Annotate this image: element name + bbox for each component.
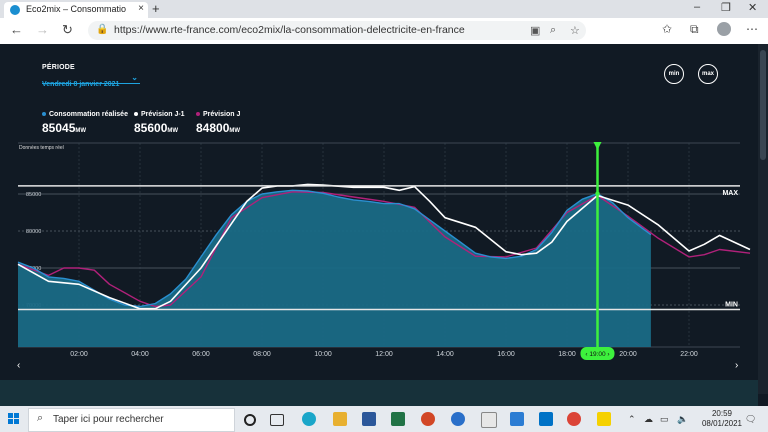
page-scrollbar[interactable] xyxy=(758,44,768,394)
max-button[interactable]: max xyxy=(698,64,718,84)
periode-label: PÉRIODE xyxy=(42,64,75,71)
x-tick-label: 22:00 xyxy=(680,351,698,358)
legend-label-text: Prévision J-1 xyxy=(141,111,185,118)
chevron-down-icon: ⌄ xyxy=(131,73,138,82)
min-label: MIN xyxy=(725,301,738,308)
x-tick-label: 04:00 xyxy=(131,351,149,358)
x-tick-label: 16:00 xyxy=(497,351,515,358)
bottom-band xyxy=(0,380,758,406)
notifications-icon[interactable]: 🗨 xyxy=(745,414,756,425)
scrollbar-thumb[interactable] xyxy=(760,50,766,160)
collections-icon[interactable]: ⧉ xyxy=(690,22,699,37)
prevision-j1-dot-icon xyxy=(134,112,138,117)
minimize-button[interactable]: – xyxy=(694,1,700,13)
legend-label-prevision-j1: Prévision J-1 xyxy=(134,111,185,118)
search-placeholder: Taper ici pour rechercher xyxy=(53,414,164,425)
consommation-area xyxy=(18,190,651,347)
cortana-icon[interactable] xyxy=(244,414,256,426)
value-number: 85600 xyxy=(134,121,168,135)
value-number: 85045 xyxy=(42,121,76,135)
x-tick-label: 18:00 xyxy=(558,351,576,358)
date-value: Vendredi 8 janvier 2021 xyxy=(42,81,120,88)
x-tick-label: 08:00 xyxy=(253,351,271,358)
x-tick-label: 14:00 xyxy=(436,351,454,358)
powerpoint-icon[interactable] xyxy=(421,412,435,426)
min-button[interactable]: min xyxy=(664,64,684,84)
address-bar[interactable]: 🔒 https://www.rte-france.com/eco2mix/la-… xyxy=(88,21,586,40)
refresh-button[interactable]: ↻ xyxy=(62,22,73,38)
legend-value-consommation: 85045MW xyxy=(42,121,86,135)
forward-button[interactable]: → xyxy=(36,22,49,37)
profile-avatar[interactable] xyxy=(717,22,731,36)
zoom-icon[interactable]: ⌕ xyxy=(550,24,556,37)
tab-bar: Eco2mix – Consommation d'élec × + – ❐ ✕ xyxy=(0,0,768,18)
value-number: 84800 xyxy=(196,121,230,135)
cursor-point xyxy=(595,191,600,196)
tray-chevron-up-icon[interactable]: ⌃ xyxy=(628,414,636,425)
browser-chrome: Eco2mix – Consommation d'élec × + – ❐ ✕ … xyxy=(0,0,768,45)
x-tick-label: 10:00 xyxy=(314,351,332,358)
legend-value-prevision-j: 84800MW xyxy=(196,121,240,135)
y-tick-label: 80000 xyxy=(26,229,41,235)
favorite-star-icon[interactable]: ☆ xyxy=(570,24,580,37)
x-tick-label: 12:00 xyxy=(375,351,393,358)
tab-title: Eco2mix – Consommation d'élec xyxy=(26,4,126,14)
x-tick-label: 06:00 xyxy=(192,351,210,358)
time-cursor-label: ‹ 19:00 › xyxy=(585,351,609,358)
x-tick-label: 02:00 xyxy=(70,351,88,358)
time-cursor-marker xyxy=(593,142,602,150)
x-tick-label: 20:00 xyxy=(619,351,637,358)
lock-icon: 🔒 xyxy=(96,24,109,35)
windows-taskbar: ⌕ Taper ici pour rechercher ⌃ ☁ ▭ 🔈 20:5… xyxy=(0,406,768,432)
legend-label-text: Prévision J xyxy=(203,111,241,118)
chrome-icon[interactable] xyxy=(567,412,581,426)
address-text: https://www.rte-france.com/eco2mix/la-co… xyxy=(114,24,465,36)
value-unit: MW xyxy=(75,128,87,134)
new-tab-button[interactable]: + xyxy=(152,1,160,16)
word-icon[interactable] xyxy=(362,412,376,426)
onedrive-icon[interactable]: ☁ xyxy=(644,414,653,425)
outlook-icon[interactable] xyxy=(539,412,553,426)
next-period-arrow[interactable]: › xyxy=(735,360,738,371)
y-tick-label: 85000 xyxy=(26,192,41,198)
clock[interactable]: 20:59 08/01/2021 xyxy=(702,409,742,429)
reader-view-icon[interactable]: ▣ xyxy=(530,24,540,37)
network-icon[interactable]: ▭ xyxy=(660,414,669,425)
navigation-bar: ← → ↻ 🔒 https://www.rte-france.com/eco2m… xyxy=(0,18,768,45)
max-label: MAX xyxy=(722,190,738,197)
taskbar-search[interactable]: ⌕ Taper ici pour rechercher xyxy=(28,408,235,432)
consommation-dot-icon xyxy=(42,112,46,117)
rte-favicon-icon xyxy=(10,5,20,15)
file-explorer-icon[interactable] xyxy=(333,412,347,426)
pdf-tool-icon[interactable] xyxy=(597,412,611,426)
windows-start-icon[interactable] xyxy=(8,413,20,425)
legend-value-prevision-j1: 85600MW xyxy=(134,121,178,135)
more-menu-icon[interactable]: ⋯ xyxy=(746,22,758,36)
favorites-icon[interactable]: ✩ xyxy=(662,22,672,36)
prev-period-arrow[interactable]: ‹ xyxy=(17,360,20,371)
mail-icon[interactable] xyxy=(510,412,524,426)
task-view-icon[interactable] xyxy=(270,414,284,426)
close-tab-button[interactable]: × xyxy=(138,3,144,14)
legend-label-prevision-j: Prévision J xyxy=(196,111,240,118)
close-window-button[interactable]: ✕ xyxy=(748,1,757,14)
value-unit: MW xyxy=(229,128,241,134)
prevision-j-dot-icon xyxy=(196,112,200,117)
volume-icon[interactable]: 🔈 xyxy=(677,414,688,425)
search-icon: ⌕ xyxy=(37,412,44,424)
maximize-button[interactable]: ❐ xyxy=(721,1,731,14)
clock-date: 08/01/2021 xyxy=(701,419,742,428)
legend-label-consommation: Consommation réalisée xyxy=(42,111,128,118)
date-selector[interactable]: Vendredi 8 janvier 2021 ⌄ xyxy=(42,73,140,88)
back-button[interactable]: ← xyxy=(10,22,23,37)
tab-eco2mix[interactable]: Eco2mix – Consommation d'élec × xyxy=(4,2,148,18)
value-unit: MW xyxy=(167,128,179,134)
consumption-chart[interactable]: 7000075000800008500002:0004:0006:0008:00… xyxy=(0,140,758,365)
clock-time: 20:59 xyxy=(711,409,732,418)
app-icon[interactable] xyxy=(451,412,465,426)
legend-label-text: Consommation réalisée xyxy=(49,111,128,118)
excel-icon[interactable] xyxy=(391,412,405,426)
edge-browser-icon[interactable] xyxy=(302,412,316,426)
photos-icon[interactable] xyxy=(481,412,497,428)
